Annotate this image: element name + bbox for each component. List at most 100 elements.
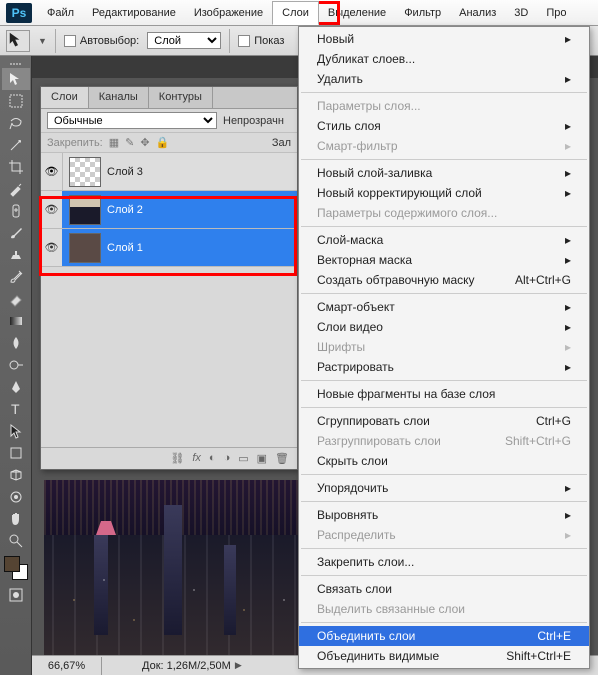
new-layer-icon[interactable]: ▣ bbox=[257, 452, 267, 465]
menu-item-смарт-объект[interactable]: Смарт-объект▸ bbox=[299, 297, 589, 317]
menu-image[interactable]: Изображение bbox=[185, 2, 272, 24]
menu-item-выровнять[interactable]: Выровнять▸ bbox=[299, 505, 589, 525]
menu-item-смарт-фильтр: Смарт-фильтр▸ bbox=[299, 136, 589, 156]
menu-item-упорядочить[interactable]: Упорядочить▸ bbox=[299, 478, 589, 498]
menu-item-скрыть-слои[interactable]: Скрыть слои bbox=[299, 451, 589, 471]
eraser-tool[interactable] bbox=[2, 288, 30, 310]
3d-camera-tool[interactable] bbox=[2, 486, 30, 508]
menu-edit[interactable]: Редактирование bbox=[83, 2, 185, 24]
layer-style-icon[interactable]: fx bbox=[192, 452, 201, 465]
layer-name[interactable]: Слой 2 bbox=[107, 204, 143, 216]
menu-item-объединить-видимые[interactable]: Объединить видимыеShift+Ctrl+E bbox=[299, 646, 589, 666]
visibility-toggle[interactable]: 👁 bbox=[41, 229, 63, 266]
fill-label: Зал bbox=[272, 137, 291, 149]
gradient-tool[interactable] bbox=[2, 310, 30, 332]
3d-tool[interactable] bbox=[2, 464, 30, 486]
tool-preset-picker[interactable] bbox=[6, 30, 30, 52]
lock-all-icon[interactable]: 🔒 bbox=[156, 136, 170, 149]
quick-mask-toggle[interactable] bbox=[2, 584, 30, 606]
hand-tool[interactable] bbox=[2, 508, 30, 530]
blend-mode-select[interactable]: Обычные bbox=[47, 112, 217, 129]
layer-thumbnail[interactable] bbox=[69, 233, 101, 263]
menu-separator bbox=[301, 226, 587, 227]
menu-separator bbox=[301, 575, 587, 576]
menu-item-дубликат-слоев[interactable]: Дубликат слоев... bbox=[299, 49, 589, 69]
layer-group-icon[interactable]: ▭ bbox=[238, 452, 248, 465]
magic-wand-tool[interactable] bbox=[2, 134, 30, 156]
path-selection-tool[interactable] bbox=[2, 420, 30, 442]
lock-label: Закрепить: bbox=[47, 137, 103, 149]
foreground-background-colors[interactable] bbox=[4, 556, 28, 580]
healing-brush-tool[interactable] bbox=[2, 200, 30, 222]
menu-item-создать-обтравочную-маску[interactable]: Создать обтравочную маскуAlt+Ctrl+G bbox=[299, 270, 589, 290]
autoselect-target[interactable]: Слой bbox=[147, 32, 221, 49]
menu-item-связать-слои[interactable]: Связать слои bbox=[299, 579, 589, 599]
menu-truncated[interactable]: Про bbox=[537, 2, 575, 24]
lock-position-icon[interactable]: ✥ bbox=[140, 136, 149, 149]
layer-row[interactable]: 👁 Слой 1 bbox=[41, 229, 297, 267]
dodge-tool[interactable] bbox=[2, 354, 30, 376]
menu-item-стиль-слоя[interactable]: Стиль слоя▸ bbox=[299, 116, 589, 136]
menu-select[interactable]: Выделение bbox=[319, 2, 395, 24]
document-info[interactable]: Док: 1,26M/2,50M bbox=[102, 660, 231, 672]
menu-item-растрировать[interactable]: Растрировать▸ bbox=[299, 357, 589, 377]
tab-channels[interactable]: Каналы bbox=[89, 87, 149, 108]
menu-file[interactable]: Файл bbox=[38, 2, 83, 24]
crop-tool[interactable] bbox=[2, 156, 30, 178]
layer-thumbnail[interactable] bbox=[69, 195, 101, 225]
menu-item-сгруппировать-слои[interactable]: Сгруппировать слоиCtrl+G bbox=[299, 411, 589, 431]
shape-tool[interactable] bbox=[2, 442, 30, 464]
menu-item-шрифты: Шрифты▸ bbox=[299, 337, 589, 357]
zoom-tool[interactable] bbox=[2, 530, 30, 552]
tab-layers[interactable]: Слои bbox=[41, 87, 89, 108]
menu-item-распределить: Распределить▸ bbox=[299, 525, 589, 545]
document-canvas[interactable] bbox=[44, 480, 314, 655]
menu-item-удалить[interactable]: Удалить▸ bbox=[299, 69, 589, 89]
menu-item-закрепить-слои[interactable]: Закрепить слои... bbox=[299, 552, 589, 572]
menu-item-векторная-маска[interactable]: Векторная маска▸ bbox=[299, 250, 589, 270]
eyedropper-tool[interactable] bbox=[2, 178, 30, 200]
layer-name[interactable]: Слой 1 bbox=[107, 242, 143, 254]
show-transform-checkbox[interactable]: Показ bbox=[238, 35, 284, 47]
menu-item-новый-корректирующий-слой[interactable]: Новый корректирующий слой▸ bbox=[299, 183, 589, 203]
menu-item-новый[interactable]: Новый▸ bbox=[299, 29, 589, 49]
layer-row[interactable]: 👁 Слой 2 bbox=[41, 191, 297, 229]
zoom-level[interactable]: 66,67% bbox=[32, 657, 102, 675]
autoselect-label: Автовыбор: bbox=[80, 35, 139, 47]
visibility-toggle[interactable]: 👁 bbox=[41, 191, 63, 228]
blur-tool[interactable] bbox=[2, 332, 30, 354]
menu-analysis[interactable]: Анализ bbox=[450, 2, 505, 24]
menu-separator bbox=[301, 407, 587, 408]
lock-transparency-icon[interactable]: ▦ bbox=[109, 136, 119, 149]
pen-tool[interactable] bbox=[2, 376, 30, 398]
history-brush-tool[interactable] bbox=[2, 266, 30, 288]
layer-thumbnail[interactable] bbox=[69, 157, 101, 187]
layer-name[interactable]: Слой 3 bbox=[107, 166, 143, 178]
layer-row[interactable]: 👁 Слой 3 bbox=[41, 153, 297, 191]
layer-mask-icon[interactable]: ◐ bbox=[209, 452, 216, 465]
menu-item-новый-слой-заливка[interactable]: Новый слой-заливка▸ bbox=[299, 163, 589, 183]
marquee-tool[interactable] bbox=[2, 90, 30, 112]
clone-stamp-tool[interactable] bbox=[2, 244, 30, 266]
menu-item-слои-видео[interactable]: Слои видео▸ bbox=[299, 317, 589, 337]
move-tool[interactable] bbox=[2, 68, 30, 90]
tab-paths[interactable]: Контуры bbox=[149, 87, 213, 108]
delete-layer-icon[interactable]: 🗑 bbox=[275, 452, 289, 465]
type-tool[interactable]: T bbox=[2, 398, 30, 420]
lasso-tool[interactable] bbox=[2, 112, 30, 134]
tools-toolbar: T bbox=[0, 56, 32, 675]
menu-item-объединить-слои[interactable]: Объединить слоиCtrl+E bbox=[299, 626, 589, 646]
menu-item-выделить-связанные-слои: Выделить связанные слои bbox=[299, 599, 589, 619]
link-layers-icon[interactable]: ⛓ bbox=[170, 452, 184, 465]
menu-item-слой-маска[interactable]: Слой-маска▸ bbox=[299, 230, 589, 250]
adjustment-layer-icon[interactable]: ◑ bbox=[224, 452, 231, 465]
menu-3d[interactable]: 3D bbox=[505, 2, 537, 24]
visibility-toggle[interactable]: 👁 bbox=[41, 153, 63, 190]
menu-item-новые-фрагменты-на-базе-слоя[interactable]: Новые фрагменты на базе слоя bbox=[299, 384, 589, 404]
menu-layers[interactable]: Слои bbox=[272, 1, 319, 25]
layers-menu-dropdown: Новый▸Дубликат слоев...Удалить▸Параметры… bbox=[298, 26, 590, 669]
brush-tool[interactable] bbox=[2, 222, 30, 244]
autoselect-checkbox[interactable]: Автовыбор: bbox=[64, 35, 139, 47]
menu-filter[interactable]: Фильтр bbox=[395, 2, 450, 24]
lock-pixels-icon[interactable]: ✎ bbox=[125, 136, 134, 149]
